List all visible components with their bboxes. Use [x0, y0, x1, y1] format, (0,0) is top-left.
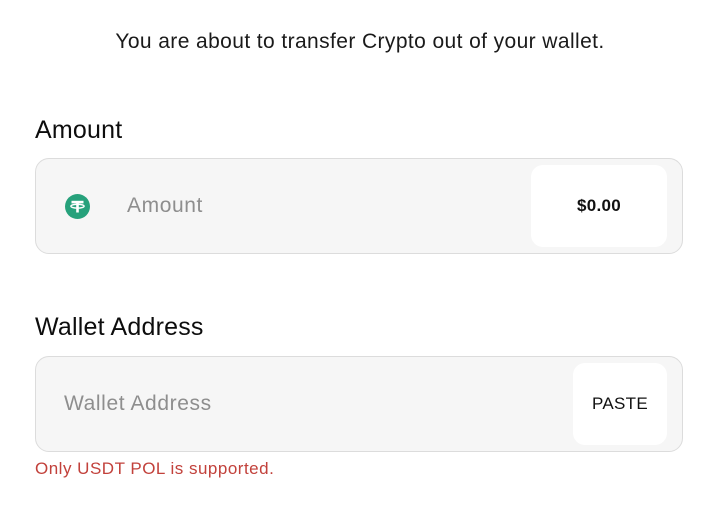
supported-network-notice: Only USDT POL is supported.: [35, 459, 275, 478]
amount-input[interactable]: [127, 159, 527, 253]
amount-label: Amount: [35, 116, 123, 144]
wallet-address-label: Wallet Address: [35, 313, 204, 341]
tether-usdt-icon: [65, 194, 90, 219]
amount-field[interactable]: $0.00: [35, 158, 683, 254]
usd-value-display: $0.00: [531, 165, 667, 247]
transfer-intro-text: You are about to transfer Crypto out of …: [115, 30, 605, 53]
wallet-address-field[interactable]: PASTE: [35, 356, 683, 452]
wallet-address-input[interactable]: [64, 357, 564, 451]
paste-button[interactable]: PASTE: [573, 363, 667, 445]
